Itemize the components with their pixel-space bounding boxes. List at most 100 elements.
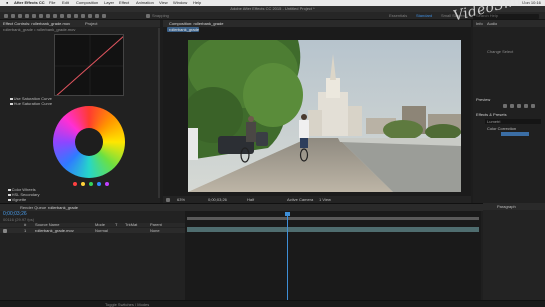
zoom-level[interactable]: 63% [177,197,185,202]
effect-controls-scrollbar[interactable] [158,28,160,198]
option-label: Hue Saturation Curve [13,101,53,106]
option-hue-saturation-curve[interactable]: Hue Saturation Curve [10,102,52,106]
tab-info[interactable]: Info [476,21,483,26]
home-icon[interactable] [4,14,8,18]
swatch-green[interactable] [89,182,93,186]
resolution-select[interactable]: Half [247,197,254,202]
swatch-purple[interactable] [105,182,109,186]
curve-graph [55,35,123,95]
snapping-checkbox[interactable] [146,14,150,18]
always-preview-icon[interactable] [166,197,170,202]
column-trkmat: TrkMat [125,222,138,227]
checkbox-icon[interactable] [10,97,13,101]
composition-viewer[interactable] [188,40,461,192]
pan-behind-tool-icon[interactable] [46,14,50,18]
selection-tool-icon[interactable] [11,14,15,18]
play-icon[interactable] [517,104,521,108]
column-mode: Mode [95,222,106,227]
rotation-tool-icon[interactable] [32,14,36,18]
color-wheel-center [75,128,103,156]
column-t: T [115,222,118,227]
roto-brush-tool-icon[interactable] [95,14,99,18]
checkbox-icon[interactable] [8,188,11,192]
type-tool-icon[interactable] [67,14,71,18]
last-frame-icon[interactable] [531,104,535,108]
swatch-red[interactable] [73,182,77,186]
paragraph-panel: Paragraph [483,203,545,300]
checkbox-icon[interactable] [8,193,11,197]
tab-paragraph[interactable]: Paragraph [497,204,516,209]
effects-search-value: Lumetri [487,118,501,124]
effect-controls-tabbar: Effect Controls: rollerbank_grade.mov Pr… [0,20,160,27]
camera-tool-icon[interactable] [39,14,43,18]
hand-tool-icon[interactable] [18,14,22,18]
effects-search-input[interactable]: Lumetri [485,119,541,124]
layer-index: 1 [24,227,27,233]
menu-edit[interactable]: Edit [62,1,69,5]
swatch-blue[interactable] [97,182,101,186]
video-frame [188,40,461,192]
layer-row[interactable]: 1 rollerbank_grade.mov Normal None [0,228,185,233]
effects-category-color-correction[interactable]: Color Correction [487,127,516,131]
puppet-tool-icon[interactable] [102,14,106,18]
work-area-bar[interactable] [187,217,479,220]
camera-select[interactable]: Active Camera [287,197,313,202]
layer-parent-select[interactable]: None [150,228,160,233]
brush-tool-icon[interactable] [74,14,78,18]
tab-effect-controls[interactable]: Effect Controls: rollerbank_grade.mov [3,21,70,26]
previous-frame-icon[interactable] [510,104,514,108]
eraser-tool-icon[interactable] [88,14,92,18]
views-select[interactable]: 1 View [319,197,331,202]
layer-mode-select[interactable]: Normal [95,228,108,233]
comp-sub-tab[interactable]: rollerbank_grade [167,27,199,32]
preview-controls [503,104,539,108]
workspace-standard[interactable]: Standard [416,14,432,18]
hue-saturation-curve[interactable] [54,34,124,96]
color-wheel[interactable] [53,106,125,178]
pen-tool-icon[interactable] [60,14,64,18]
right-panel: Info Audio Change Select Preview Effects… [473,20,545,203]
apple-icon[interactable]: ● [6,1,8,5]
first-frame-icon[interactable] [503,104,507,108]
zoom-tool-icon[interactable] [25,14,29,18]
paragraph-tabbar: Paragraph [483,203,545,210]
layer-duration-bar[interactable] [187,227,479,232]
toggle-switches-modes[interactable]: Toggle Switches / Modes [105,302,149,307]
tab-audio[interactable]: Audio [487,21,497,26]
menu-layer[interactable]: Layer [104,1,114,5]
info-value: Change Select [487,49,514,54]
breadcrumb: rollerbank_grade • rollerbank_grade.mov [3,27,76,32]
menu-window[interactable]: Window [173,1,187,5]
timeline-track-area[interactable] [185,211,481,300]
swatch-yellow[interactable] [81,182,85,186]
app-menu[interactable]: After Effects CC [14,1,45,5]
current-time-indicator[interactable] [287,213,288,300]
tab-render-queue[interactable]: Render Queue [20,205,46,210]
tab-timeline-comp[interactable]: rollerbank_grade [48,205,78,210]
menu-file[interactable]: File [49,1,55,5]
checkbox-icon[interactable] [10,102,13,106]
layer-column-headers: # Source Name Mode T TrkMat Parent [0,223,185,227]
column-source-name[interactable]: Source Name [35,223,59,227]
lumetri-effect-item[interactable] [501,132,529,136]
section-label: Vignette [11,197,27,202]
layer-name[interactable]: rollerbank_grade.mov [35,228,74,233]
tab-composition[interactable]: Composition: rollerbank_grade [169,21,223,26]
next-frame-icon[interactable] [524,104,528,108]
menu-animation[interactable]: Animation [136,1,154,5]
menu-help[interactable]: Help [193,1,201,5]
timeline-frame-info: 00116 (29.97 fps) [3,217,35,222]
tab-project[interactable]: Project [85,21,97,26]
workspace-essentials[interactable]: Essentials [389,14,407,18]
visibility-eye-icon[interactable] [3,228,7,233]
checkbox-icon[interactable] [8,198,11,202]
snapping-label: Snapping [152,13,169,18]
comp-timecode[interactable]: 0;00;03;26 [208,197,227,202]
menu-view[interactable]: View [159,1,168,5]
clone-stamp-tool-icon[interactable] [81,14,85,18]
section-vignette[interactable]: Vignette [8,198,26,202]
shape-tool-icon[interactable] [53,14,57,18]
menu-composition[interactable]: Composition [76,1,98,5]
column-number: # [24,222,27,227]
menu-effect[interactable]: Effect [119,1,129,5]
